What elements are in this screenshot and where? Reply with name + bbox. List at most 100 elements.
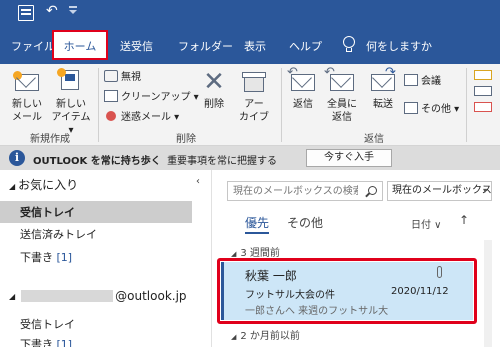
info-icon: i	[9, 150, 25, 166]
search-icon[interactable]	[368, 186, 377, 195]
folder-label: 受信トレイ	[20, 318, 75, 331]
message-item-selected[interactable]: 秋葉 一郎 フットサル大会の件 2020/11/12 一郎さんへ 来週のフットサ…	[217, 258, 477, 324]
new-mail-label: 新しい メール	[12, 99, 42, 123]
ribbon-separator	[98, 68, 99, 142]
delete-x-icon: ✕	[203, 67, 225, 97]
reply-all-button[interactable]: ↶ 全員に 返信	[322, 66, 362, 124]
new-mail-button[interactable]: 新しい メール	[8, 68, 46, 124]
tab-view[interactable]: 表示	[244, 38, 266, 54]
tell-me-search[interactable]: 何をしますか	[366, 38, 432, 54]
folder-label: 送信済みトレイ	[20, 228, 97, 241]
folder-pane: ◢ お気に入り ‹ 受信トレイ 送信済みトレイ 下書き [1] ◢ @outlook…	[0, 170, 212, 347]
favorites-label: お気に入り	[18, 178, 79, 192]
new-items-icon	[57, 68, 83, 94]
customize-qat-icon[interactable]	[68, 6, 78, 18]
focused-tab-underline	[245, 232, 269, 234]
collapse-pane-icon[interactable]: ‹	[196, 176, 200, 187]
folder-item-drafts[interactable]: 下書き [1]	[20, 249, 72, 265]
ribbon: 新しい メール 新しい アイテム ▾ 新規作成 無視 クリーンアップ ▾ 迷惑メ…	[0, 64, 500, 146]
cleanup-button[interactable]: クリーンアップ ▾	[104, 88, 199, 103]
cleanup-icon	[104, 89, 118, 102]
group-label: 2 か月前以前	[240, 331, 300, 342]
ribbon-separator	[466, 68, 467, 142]
junk-button[interactable]: 迷惑メール ▾	[104, 108, 179, 123]
tab-other[interactable]: その他	[287, 214, 323, 231]
message-sender: 秋葉 一郎	[245, 269, 297, 283]
group-header-3-weeks[interactable]: ◢ 3 週間前	[231, 244, 280, 259]
unread-count: [1]	[56, 251, 73, 264]
tab-file[interactable]: ファイル	[11, 38, 55, 54]
respond-more-button[interactable]: その他 ▾	[404, 100, 459, 115]
group-label-new: 新規作成	[30, 134, 70, 145]
account-folder-drafts[interactable]: 下書き [1]	[20, 336, 72, 347]
new-items-button[interactable]: 新しい アイテム ▾	[48, 68, 94, 137]
message-item-body: 秋葉 一郎 フットサル大会の件 2020/11/12 一郎さんへ 来週のフットサ…	[221, 262, 473, 320]
delete-button[interactable]: ✕ 削除	[196, 68, 232, 111]
info-message: 重要事項を常に把握する	[167, 156, 278, 167]
meeting-icon	[404, 73, 418, 86]
group-label-delete: 削除	[176, 134, 196, 145]
collapse-triangle-icon: ◢	[231, 250, 237, 258]
folder-label: 下書き	[20, 338, 53, 347]
paperclip-icon	[437, 266, 442, 278]
tab-focused[interactable]: 優先	[245, 214, 269, 231]
message-preview: 一郎さんへ 来週のフットサル大	[245, 306, 389, 317]
archive-button[interactable]: アー カイブ	[236, 68, 272, 124]
ribbon-tabs: ファイル ホーム 送受信 フォルダー 表示 ヘルプ 何をしますか	[0, 26, 500, 64]
message-date: 2020/11/12	[391, 286, 449, 297]
ignore-label: 無視	[121, 72, 141, 83]
more-respond-icon	[404, 101, 418, 114]
undo-icon[interactable]: ↶	[46, 3, 58, 19]
new-mail-icon	[13, 71, 39, 91]
sort-direction-button[interactable]: ↑	[459, 213, 469, 227]
cleanup-label: クリーンアップ ▾	[121, 92, 199, 103]
redacted-account-name	[21, 290, 114, 302]
folder-item-inbox[interactable]: 受信トレイ	[0, 201, 192, 223]
meeting-button[interactable]: 会議	[404, 72, 441, 87]
ignore-icon	[104, 69, 118, 82]
get-it-now-button[interactable]: 今すぐ入手	[306, 149, 392, 167]
account-header[interactable]: ◢ @outlook.jp	[9, 289, 187, 303]
tab-home[interactable]: ホーム	[52, 30, 108, 60]
info-text: OUTLOOK を常に持ち歩く 重要事項を常に把握する	[33, 152, 277, 167]
account-folder-inbox[interactable]: 受信トレイ	[20, 316, 75, 332]
chevron-down-icon: ▾	[482, 186, 487, 195]
tab-help[interactable]: ヘルプ	[289, 38, 322, 54]
forward-button[interactable]: ↷ 転送	[366, 66, 400, 111]
junk-icon	[104, 110, 118, 122]
folder-item-sent[interactable]: 送信済みトレイ	[20, 226, 97, 242]
info-bar: i OUTLOOK を常に持ち歩く 重要事項を常に把握する 今すぐ入手	[0, 146, 500, 170]
quick-steps-partial[interactable]	[474, 70, 500, 140]
info-bold-text: OUTLOOK を常に持ち歩く	[33, 156, 161, 167]
archive-icon	[242, 68, 266, 94]
ignore-button[interactable]: 無視	[104, 68, 141, 83]
reply-button[interactable]: ↶ 返信	[287, 66, 319, 111]
outlook-app-icon[interactable]	[18, 5, 34, 21]
respond-more-label: その他 ▾	[421, 104, 460, 115]
sort-by-dropdown[interactable]: 日付 ∨	[411, 216, 442, 231]
reply-label: 返信	[293, 99, 313, 110]
scrollbar[interactable]	[484, 240, 492, 347]
meeting-label: 会議	[421, 76, 441, 87]
tab-send-receive[interactable]: 送受信	[120, 38, 153, 54]
delete-label: 削除	[204, 99, 224, 110]
message-subject: フットサル大会の件	[245, 290, 335, 301]
ribbon-separator	[281, 68, 282, 142]
lightbulb-icon[interactable]	[342, 36, 355, 53]
favorites-header[interactable]: ◢ お気に入り	[9, 176, 78, 193]
forward-label: 転送	[373, 99, 393, 110]
unread-count: [1]	[56, 338, 73, 347]
archive-label: アー カイブ	[239, 99, 269, 123]
tab-folder[interactable]: フォルダー	[178, 38, 233, 54]
selection-indicator	[221, 262, 224, 320]
collapse-triangle-icon: ◢	[231, 333, 237, 341]
group-label-respond: 返信	[364, 134, 384, 145]
reply-all-label: 全員に 返信	[327, 99, 357, 123]
search-input[interactable]	[228, 182, 358, 200]
title-bar: ↶	[0, 0, 500, 26]
expand-arrow-icon: ◢	[9, 182, 16, 191]
search-scope-dropdown[interactable]: 現在のメールボックス ▾	[387, 181, 492, 201]
search-box[interactable]	[227, 181, 383, 201]
group-header-2-months[interactable]: ◢ 2 か月前以前	[231, 327, 300, 342]
folder-label: 受信トレイ	[20, 206, 75, 219]
